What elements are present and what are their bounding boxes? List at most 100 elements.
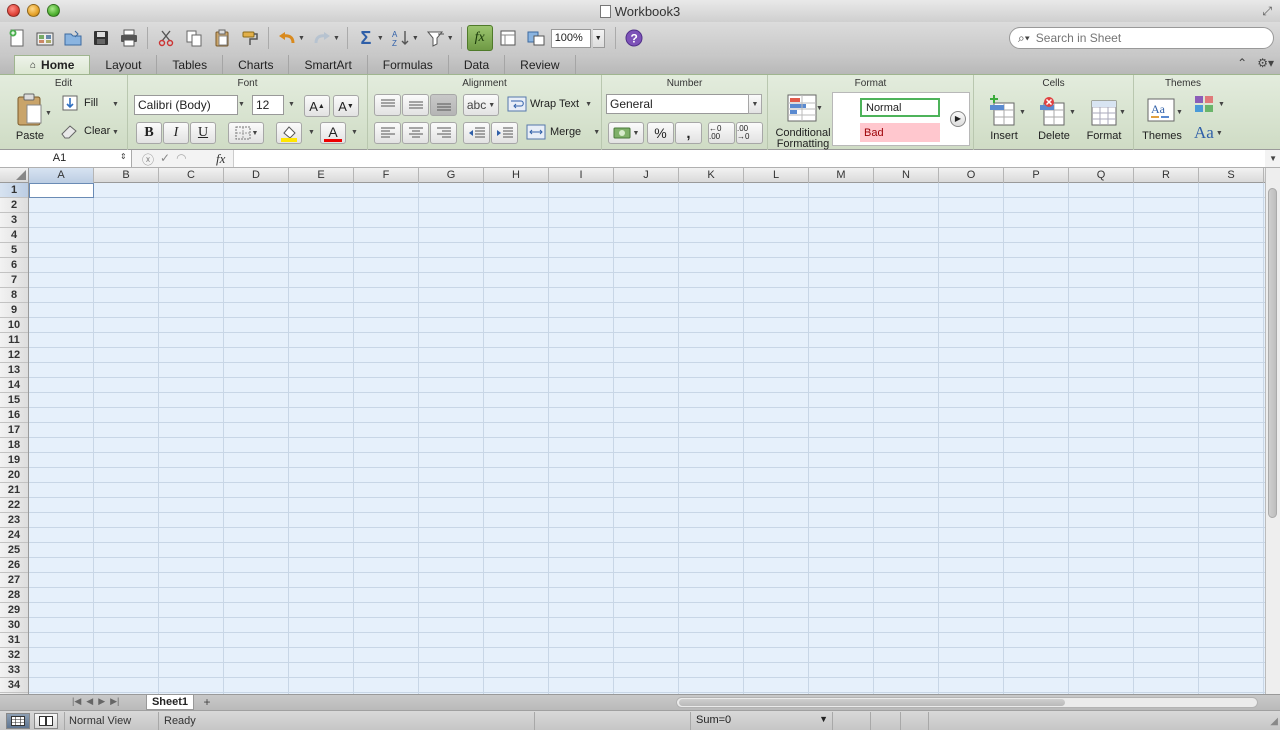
- row-header[interactable]: 25: [0, 543, 28, 558]
- font-color-button[interactable]: A: [320, 122, 346, 144]
- row-header[interactable]: 8: [0, 288, 28, 303]
- undo-button[interactable]: [274, 25, 300, 51]
- column-header[interactable]: P: [1004, 168, 1069, 183]
- add-sheet-button[interactable]: +: [198, 695, 216, 710]
- align-center-button[interactable]: [402, 122, 429, 144]
- cells-area[interactable]: [29, 183, 1265, 694]
- align-bottom-button[interactable]: [430, 94, 457, 116]
- insert-function-icon[interactable]: fx: [216, 151, 225, 167]
- sort-button[interactable]: AZ: [388, 25, 414, 51]
- row-header[interactable]: 10: [0, 318, 28, 333]
- collapse-ribbon-icon[interactable]: ⌃: [1237, 56, 1247, 70]
- save-button[interactable]: [88, 25, 114, 51]
- theme-colors-button[interactable]: ▼: [1194, 95, 1225, 113]
- toolbox-button[interactable]: [495, 25, 521, 51]
- cut-button[interactable]: [153, 25, 179, 51]
- font-name-dropdown-icon[interactable]: ▼: [238, 101, 245, 108]
- themes-button[interactable]: Aa Themes: [1140, 95, 1184, 142]
- tab-layout[interactable]: Layout: [90, 55, 158, 74]
- resize-grip-icon[interactable]: ◢: [1270, 716, 1278, 727]
- row-header[interactable]: 16: [0, 408, 28, 423]
- function-entry-icon[interactable]: ◠: [176, 151, 186, 168]
- tab-formulas[interactable]: Formulas: [368, 55, 449, 74]
- active-cell[interactable]: [29, 183, 94, 198]
- first-sheet-icon[interactable]: |◀: [72, 696, 81, 707]
- decrease-indent-button[interactable]: [463, 122, 490, 144]
- fill-button[interactable]: Fill: [62, 95, 98, 111]
- filter-button[interactable]: [423, 25, 449, 51]
- column-header[interactable]: H: [484, 168, 549, 183]
- row-header[interactable]: 14: [0, 378, 28, 393]
- redo-button[interactable]: [309, 25, 335, 51]
- copy-button[interactable]: [181, 25, 207, 51]
- shrink-font-button[interactable]: A ▼: [333, 95, 359, 117]
- row-header[interactable]: 28: [0, 588, 28, 603]
- row-header[interactable]: 7: [0, 273, 28, 288]
- row-header[interactable]: 30: [0, 618, 28, 633]
- delete-dropdown-icon[interactable]: ▼: [1069, 109, 1076, 116]
- row-header[interactable]: 26: [0, 558, 28, 573]
- column-header[interactable]: M: [809, 168, 874, 183]
- zoom-field[interactable]: 100%: [550, 28, 591, 48]
- undo-dropdown-icon[interactable]: ▼: [298, 35, 305, 42]
- row-header[interactable]: 13: [0, 363, 28, 378]
- minimize-window-button[interactable]: [27, 4, 40, 17]
- row-header[interactable]: 15: [0, 393, 28, 408]
- align-right-button[interactable]: [430, 122, 457, 144]
- grow-font-button[interactable]: A ▲: [304, 95, 330, 117]
- row-header[interactable]: 23: [0, 513, 28, 528]
- autosum-button[interactable]: Σ: [353, 25, 379, 51]
- column-header[interactable]: K: [679, 168, 744, 183]
- search-input[interactable]: [1035, 31, 1236, 45]
- align-middle-button[interactable]: [402, 94, 429, 116]
- row-header[interactable]: 3: [0, 213, 28, 228]
- redo-dropdown-icon[interactable]: ▼: [333, 35, 340, 42]
- font-name-field[interactable]: Calibri (Body): [134, 95, 238, 115]
- column-header[interactable]: L: [744, 168, 809, 183]
- insert-dropdown-icon[interactable]: ▼: [1019, 109, 1026, 116]
- name-box[interactable]: A1: [0, 150, 132, 167]
- comma-format-button[interactable]: ,: [675, 122, 702, 144]
- tab-data[interactable]: Data: [449, 55, 506, 74]
- row-header[interactable]: 2: [0, 198, 28, 213]
- insert-cells-button[interactable]: Insert: [982, 95, 1026, 142]
- formula-builder-button[interactable]: fx: [466, 25, 493, 51]
- number-format-field[interactable]: General: [606, 94, 752, 114]
- number-format-dropdown[interactable]: ▼: [748, 94, 762, 114]
- sort-dropdown-icon[interactable]: ▼: [412, 35, 419, 42]
- fullscreen-icon[interactable]: ⤢: [1262, 4, 1272, 19]
- row-header[interactable]: 32: [0, 648, 28, 663]
- borders-button[interactable]: ▼: [228, 122, 264, 144]
- font-size-field[interactable]: 12: [252, 95, 284, 115]
- new-workbook-button[interactable]: [4, 25, 30, 51]
- horizontal-scrollbar[interactable]: [676, 697, 1258, 708]
- column-header[interactable]: S: [1199, 168, 1264, 183]
- italic-button[interactable]: I: [163, 122, 189, 144]
- format-painter-button[interactable]: [237, 25, 263, 51]
- select-all-button[interactable]: [0, 168, 29, 183]
- percent-format-button[interactable]: %: [647, 122, 674, 144]
- ribbon-settings-icon[interactable]: ⚙▾: [1257, 56, 1274, 70]
- align-top-button[interactable]: [374, 94, 401, 116]
- row-header[interactable]: 17: [0, 423, 28, 438]
- orientation-button[interactable]: abc ▼: [463, 94, 499, 116]
- paste-dropdown-icon[interactable]: ▼: [45, 110, 52, 117]
- row-header[interactable]: 27: [0, 573, 28, 588]
- sheet-tab-sheet1[interactable]: Sheet1: [146, 695, 194, 710]
- bold-button[interactable]: B: [136, 122, 162, 144]
- help-button[interactable]: ?: [621, 25, 647, 51]
- currency-format-button[interactable]: ▼: [608, 122, 644, 144]
- merge-button[interactable]: Merge ▼: [526, 124, 600, 140]
- font-color-dropdown-icon[interactable]: ▼: [351, 129, 358, 136]
- normal-view-button[interactable]: [6, 713, 30, 729]
- zoom-dropdown-icon[interactable]: ▼: [592, 28, 605, 48]
- media-browser-button[interactable]: [523, 25, 549, 51]
- filter-dropdown-icon[interactable]: ▼: [447, 35, 454, 42]
- row-header[interactable]: 11: [0, 333, 28, 348]
- column-header[interactable]: B: [94, 168, 159, 183]
- clear-dropdown-icon[interactable]: ▼: [112, 129, 119, 136]
- fill-color-button[interactable]: [276, 122, 302, 144]
- themes-dropdown-icon[interactable]: ▼: [1176, 109, 1183, 116]
- page-layout-view-button[interactable]: [34, 713, 58, 729]
- row-header[interactable]: 31: [0, 633, 28, 648]
